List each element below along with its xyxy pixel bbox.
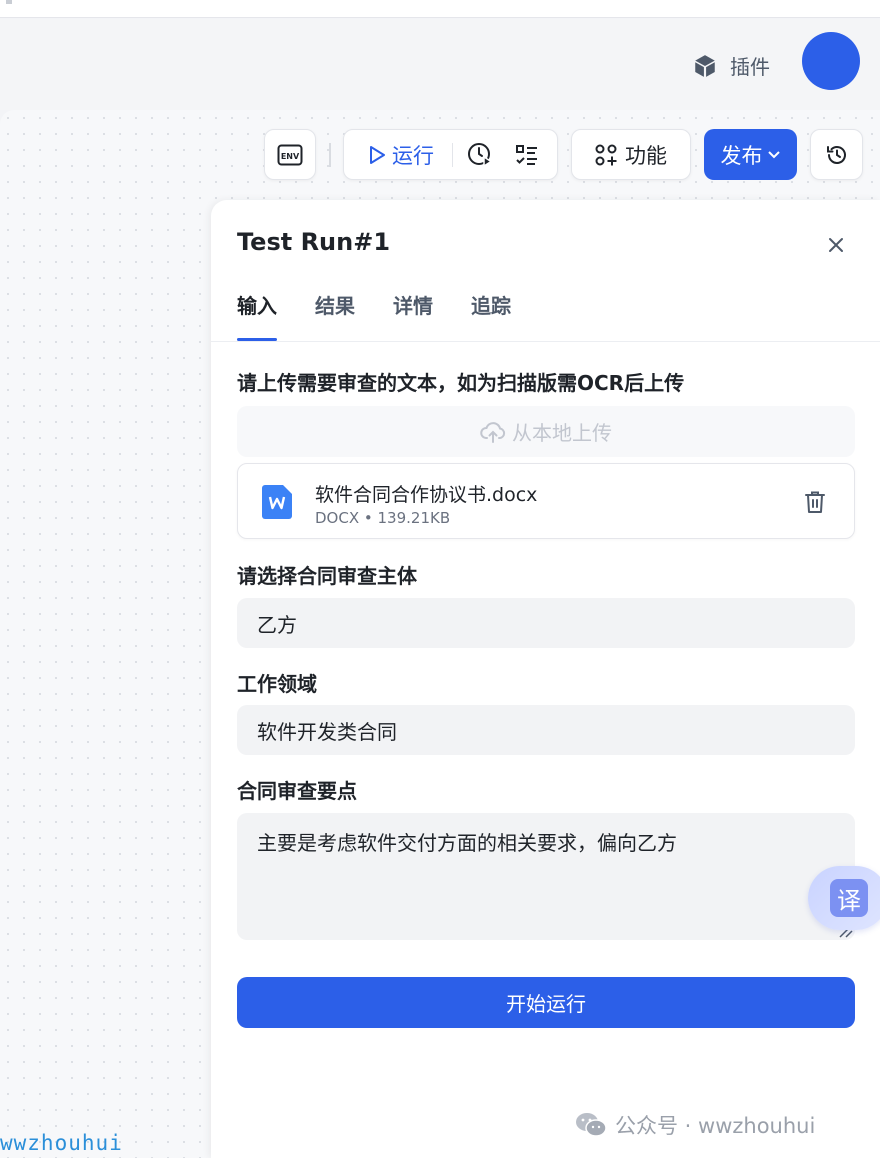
header: 插件	[0, 19, 880, 110]
tab-input[interactable]: 输入	[237, 290, 277, 341]
tabs-divider	[211, 341, 880, 342]
upload-button-label: 从本地上传	[512, 421, 612, 445]
watermark-right-text: 公众号 · wwzhouhui	[615, 1114, 816, 1138]
key-points-label: 合同审查要点	[237, 779, 357, 803]
domain-input[interactable]: 软件开发类合同	[237, 705, 855, 755]
close-icon[interactable]	[825, 234, 847, 256]
toolbar-separator	[329, 143, 331, 167]
panel-title: Test Run#1	[237, 228, 391, 256]
key-points-value: 主要是考虑软件交付方面的相关要求，偏向乙方	[257, 831, 677, 855]
chevron-down-icon	[767, 150, 780, 158]
top-mark	[6, 0, 12, 4]
run-group: 运行	[343, 129, 558, 180]
env-button[interactable]: ENV	[264, 129, 316, 180]
function-button[interactable]: 功能	[571, 129, 691, 180]
env-icon: ENV	[277, 144, 303, 165]
checklist-icon	[516, 144, 537, 165]
plugin-button[interactable]: 插件	[692, 51, 770, 80]
run-divider	[452, 142, 453, 167]
svg-text:ENV: ENV	[281, 152, 300, 161]
publish-button[interactable]: 发布	[704, 129, 797, 180]
apps-icon	[595, 144, 617, 165]
tab-trace[interactable]: 追踪	[471, 290, 511, 333]
file-meta: DOCX • 139.21KB	[315, 509, 450, 527]
run-button[interactable]: 运行	[344, 140, 434, 170]
cloud-upload-icon	[480, 421, 506, 443]
meta-dot: •	[363, 509, 378, 527]
upload-local-button[interactable]: 从本地上传	[237, 406, 855, 457]
avatar[interactable]	[802, 32, 860, 90]
play-icon	[370, 145, 385, 164]
upload-label: 请上传需要审查的文本，如为扫描版需OCR后上传	[237, 371, 685, 395]
top-strip	[0, 0, 880, 18]
scheduled-run-button[interactable]	[467, 142, 493, 168]
subject-label: 请选择合同审查主体	[237, 564, 417, 588]
uploaded-file-card: 软件合同合作协议书.docx DOCX • 139.21KB	[237, 463, 855, 539]
run-label: 运行	[392, 143, 434, 168]
subject-value: 乙方	[257, 612, 297, 637]
word-file-icon	[262, 485, 292, 519]
test-list-button[interactable]	[515, 144, 539, 166]
tab-details[interactable]: 详情	[393, 290, 433, 333]
file-size: 139.21KB	[377, 509, 451, 527]
translate-icon: 译	[830, 879, 868, 917]
trash-icon[interactable]	[804, 490, 826, 514]
history-button[interactable]	[810, 129, 863, 180]
tab-result[interactable]: 结果	[315, 290, 355, 333]
test-run-panel: Test Run#1 输入 结果 详情 追踪 请上传需要审查的文本，如为扫描版需…	[211, 200, 880, 1158]
history-icon	[826, 145, 846, 164]
file-name: 软件合同合作协议书.docx	[315, 484, 538, 506]
wechat-icon	[576, 1113, 607, 1137]
domain-label: 工作领域	[237, 672, 317, 696]
start-run-button[interactable]: 开始运行	[237, 977, 855, 1028]
watermark-left: wwzhouhui	[0, 1131, 123, 1155]
translate-bubble[interactable]: 译	[808, 866, 880, 930]
function-label: 功能	[625, 143, 667, 168]
key-points-textarea[interactable]: 主要是考虑软件交付方面的相关要求，偏向乙方	[237, 813, 855, 940]
watermark-right: 公众号 · wwzhouhui	[575, 1110, 815, 1140]
start-run-label: 开始运行	[506, 992, 586, 1016]
plugin-label: 插件	[730, 55, 770, 79]
domain-value: 软件开发类合同	[257, 719, 397, 744]
clock-play-icon	[468, 142, 493, 167]
subject-select[interactable]: 乙方	[237, 598, 855, 648]
panel-tabs: 输入 结果 详情 追踪	[237, 290, 511, 341]
file-type: DOCX	[315, 509, 360, 527]
publish-label: 发布	[720, 143, 763, 168]
cube-icon	[695, 54, 715, 77]
